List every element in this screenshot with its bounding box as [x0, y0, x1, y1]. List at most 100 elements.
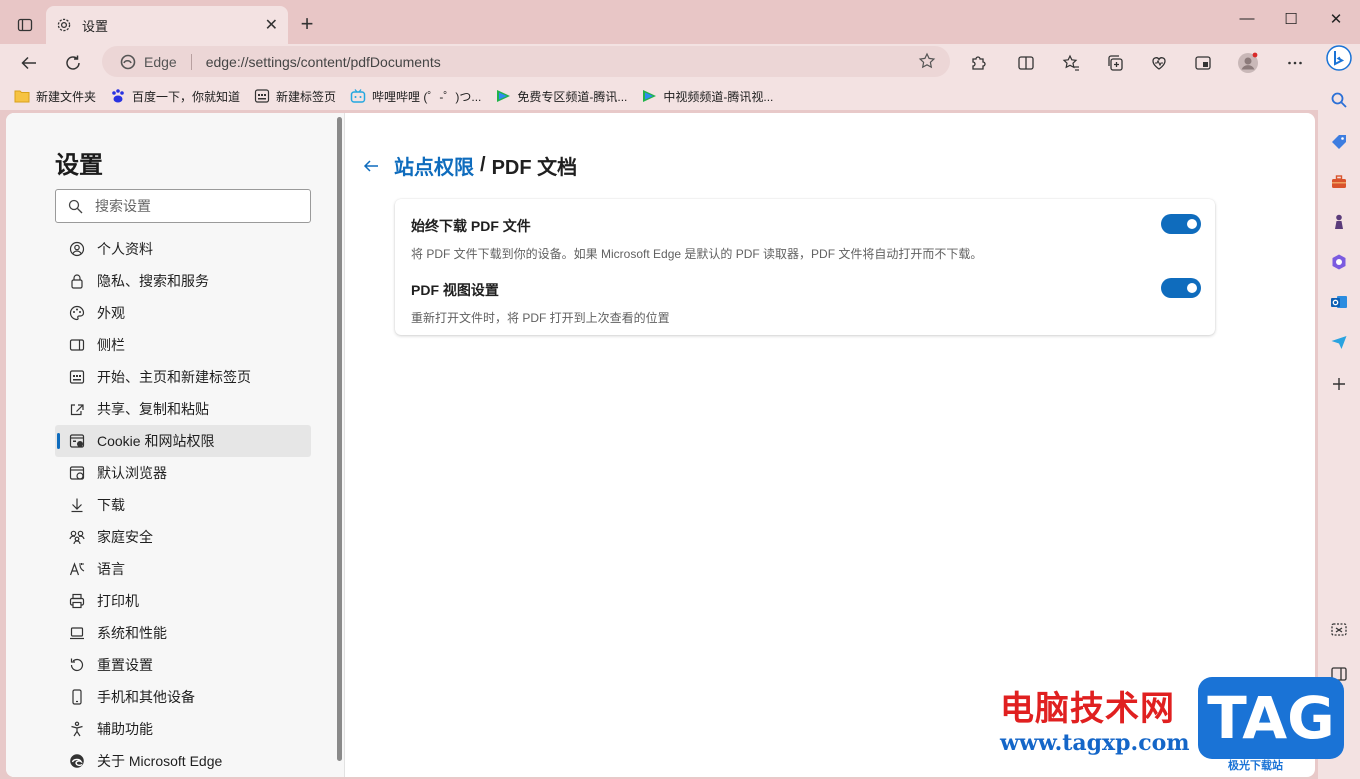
split-screen-button[interactable] — [1011, 48, 1041, 78]
bing-icon — [1326, 45, 1352, 71]
nav-item-start-home[interactable]: 开始、主页和新建标签页 — [55, 361, 311, 393]
back-button[interactable] — [14, 48, 44, 78]
sidebar-tools-button[interactable] — [1325, 168, 1353, 196]
nav-item-accessibility[interactable]: 辅助功能 — [55, 713, 311, 745]
nav-label: 系统和性能 — [97, 625, 167, 641]
chess-icon — [1335, 214, 1343, 229]
baidu-icon — [110, 88, 126, 104]
bookmark-item[interactable]: 新建标签页 — [254, 88, 336, 105]
sidebar-add-button[interactable] — [1325, 370, 1353, 398]
bookmark-label: 新建文件夹 — [36, 89, 97, 104]
setting-description: 重新打开文件时，将 PDF 打开到上次查看的位置 — [411, 311, 670, 325]
collections-icon — [1108, 55, 1123, 71]
refresh-button[interactable] — [58, 48, 88, 78]
nav-item-profile[interactable]: 个人资料 — [55, 233, 311, 265]
favorite-star-icon[interactable] — [918, 52, 936, 73]
tab-actions-icon — [17, 18, 33, 32]
url-text[interactable]: edge://settings/content/pdfDocuments — [206, 54, 441, 70]
minimize-button[interactable]: — — [1232, 10, 1262, 34]
refresh-icon — [66, 55, 80, 70]
sidebar-screenshot-button[interactable] — [1325, 616, 1353, 644]
breadcrumb-site-permissions[interactable]: 站点权限 — [394, 151, 474, 180]
share-icon — [69, 401, 85, 417]
nav-label: 关于 Microsoft Edge — [97, 753, 223, 769]
bookmark-item[interactable]: 哔哩哔哩 (゜-゜)つ... — [350, 88, 481, 105]
outlook-icon — [1331, 296, 1347, 308]
tab-close-icon[interactable]: ✕ — [265, 15, 278, 35]
sidebar-search-button[interactable] — [1325, 86, 1353, 114]
bookmark-item[interactable]: 百度一下，你就知道 — [110, 88, 240, 105]
nav-item-downloads[interactable]: 下载 — [55, 489, 311, 521]
sidebar-scrollbar[interactable] — [337, 117, 342, 761]
favorites-button[interactable] — [1056, 48, 1086, 78]
sidebar-drop-button[interactable] — [1325, 328, 1353, 356]
nav-item-privacy[interactable]: 隐私、搜索和服务 — [55, 265, 311, 297]
nav-item-reset[interactable]: 重置设置 — [55, 649, 311, 681]
sidebar-office-button[interactable] — [1325, 248, 1353, 276]
bookmark-item[interactable]: 新建文件夹 — [14, 88, 96, 105]
nav-item-family[interactable]: 家庭安全 — [55, 521, 311, 553]
sidebar-games-button[interactable] — [1325, 208, 1353, 236]
cookie-icon — [69, 433, 85, 449]
nav-item-appearance[interactable]: 外观 — [55, 297, 311, 329]
back-arrow-icon[interactable] — [362, 157, 380, 175]
nav-item-system[interactable]: 系统和性能 — [55, 617, 311, 649]
plus-icon — [1333, 378, 1345, 390]
address-separator — [190, 53, 192, 70]
favorites-icon — [1062, 54, 1079, 71]
bing-copilot-button[interactable] — [1325, 44, 1353, 72]
home-grid-icon — [69, 369, 85, 385]
bilibili-icon — [350, 88, 366, 104]
toggle-knob — [1187, 219, 1197, 229]
maximize-button[interactable]: ☐ — [1276, 10, 1306, 34]
nav-item-cookies[interactable]: Cookie 和网站权限 — [55, 425, 311, 457]
nav-item-phone[interactable]: 手机和其他设备 — [55, 681, 311, 713]
newtab-icon — [254, 88, 270, 104]
bookmark-label: 新建标签页 — [276, 89, 337, 104]
setting-title: 始终下载 PDF 文件 — [411, 218, 531, 234]
profile-button[interactable] — [1233, 48, 1263, 78]
extensions-button[interactable] — [963, 48, 993, 78]
heart-pulse-icon — [1152, 57, 1166, 70]
nav-item-default-browser[interactable]: 默认浏览器 — [55, 457, 311, 489]
watermark-subtitle: 极光下载站 — [1228, 760, 1283, 772]
collections-button[interactable] — [1100, 48, 1130, 78]
nav-item-sidebar[interactable]: 侧栏 — [55, 329, 311, 361]
tab-settings[interactable]: 设置 ✕ — [46, 6, 288, 44]
browser-essentials-button[interactable] — [1144, 48, 1174, 78]
profile-icon — [69, 241, 85, 257]
gear-icon — [57, 18, 71, 32]
nav-label: 语言 — [97, 561, 125, 577]
nav-item-share[interactable]: 共享、复制和粘贴 — [55, 393, 311, 425]
bookmark-item[interactable]: 中视频频道-腾讯视... — [641, 88, 773, 105]
address-bar[interactable]: Edge edge://settings/content/pdfDocument… — [102, 46, 950, 77]
search-settings-box[interactable] — [55, 189, 311, 223]
pdf-view-toggle[interactable] — [1161, 278, 1201, 298]
edge-sidebar — [1318, 44, 1360, 779]
always-download-toggle[interactable] — [1161, 214, 1201, 234]
breadcrumb: 站点权限 / PDF 文档 — [362, 151, 577, 180]
new-tab-button[interactable]: + — [294, 12, 320, 38]
nav-item-printers[interactable]: 打印机 — [55, 585, 311, 617]
search-icon — [1331, 92, 1347, 108]
lock-icon — [69, 273, 85, 289]
sidebar-outlook-button[interactable] — [1325, 288, 1353, 316]
tag-icon — [1332, 135, 1346, 149]
setting-title: PDF 视图设置 — [411, 282, 499, 298]
language-icon — [69, 561, 85, 577]
nav-label: 开始、主页和新建标签页 — [97, 369, 251, 385]
nav-item-languages[interactable]: 语言 — [55, 553, 311, 585]
nav-item-about[interactable]: 关于 Microsoft Edge — [55, 745, 311, 777]
browser-icon — [69, 465, 85, 481]
split-screen-icon — [1018, 56, 1034, 70]
search-input[interactable] — [95, 198, 295, 214]
screenshot-button[interactable] — [1188, 48, 1218, 78]
more-menu-button[interactable] — [1280, 48, 1310, 78]
bookmark-item[interactable]: 免费专区频道-腾讯... — [495, 88, 627, 105]
page-title: PDF 文档 — [491, 157, 578, 179]
settings-nav: 个人资料 隐私、搜索和服务 外观 侧栏 开始、主页和新建标签页 共享、复制和粘贴… — [55, 233, 311, 777]
sidebar-shopping-button[interactable] — [1325, 128, 1353, 156]
screen-capture-icon — [1331, 623, 1347, 636]
close-window-button[interactable]: ✕ — [1321, 10, 1351, 34]
tab-actions-button[interactable] — [12, 12, 38, 38]
